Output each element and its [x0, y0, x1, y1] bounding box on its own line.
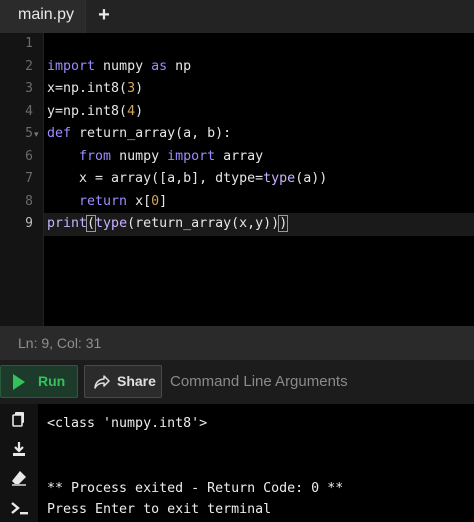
line-number: 3: [25, 81, 33, 96]
fold-chevron-icon[interactable]: ▾: [34, 123, 42, 146]
line-number: 1: [25, 36, 33, 51]
run-button[interactable]: Run: [0, 365, 78, 398]
code-line-2: import numpy as np: [47, 58, 192, 74]
tab-bar: main.py +: [0, 0, 474, 33]
line-number: 5: [25, 126, 33, 141]
terminal-sidebar: [0, 404, 38, 522]
terminal-output[interactable]: <class 'numpy.int8'> ** Process exited -…: [0, 404, 474, 522]
cursor-position: Ln: 9, Col: 31: [18, 335, 102, 351]
run-button-label: Run: [38, 373, 66, 389]
code-editor[interactable]: 1 2 3 4 5 ▾ 6 7 8 9 import numpy as np x…: [0, 33, 474, 326]
share-button-label: Share: [117, 373, 156, 389]
terminal-line: ** Process exited - Return Code: 0 **: [47, 481, 344, 496]
code-line-6: from numpy import array: [79, 148, 264, 164]
copy-icon[interactable]: [10, 410, 28, 428]
line-number: 8: [25, 193, 33, 209]
code-line-8: return x[0]: [79, 193, 168, 209]
download-icon[interactable]: [10, 440, 28, 458]
line-number: 4: [25, 103, 33, 119]
share-button[interactable]: Share: [84, 365, 162, 398]
command-line-arguments-input[interactable]: [166, 365, 474, 398]
terminal-line: Press Enter to exit terminal: [47, 502, 272, 517]
editor-status-bar: Ln: 9, Col: 31: [0, 326, 474, 360]
eraser-icon[interactable]: [10, 469, 28, 487]
code-line-9: print(type(return_array(x,y))): [47, 215, 289, 232]
terminal-line: <class 'numpy.int8'>: [47, 416, 208, 431]
line-number-active: 9: [25, 216, 33, 231]
tab-label: main.py: [18, 6, 75, 23]
play-icon: [13, 374, 25, 390]
code-line-3: x=np.int8(3): [47, 81, 144, 96]
tab-main-py[interactable]: main.py: [0, 0, 86, 33]
share-icon: [94, 375, 110, 394]
code-line-7: x = array([a,b], dtype=type(a)): [47, 171, 328, 186]
line-number-gutter: 1 2 3 4 5 ▾ 6 7 8 9: [0, 33, 44, 326]
code-line-5: def return_array(a, b):: [47, 126, 232, 141]
code-line-4: y=np.int8(4): [47, 103, 144, 119]
terminal-prompt-icon[interactable]: [10, 500, 28, 518]
line-number: 2: [25, 58, 33, 74]
line-number: 7: [25, 171, 33, 186]
add-tab-button[interactable]: +: [94, 2, 114, 28]
run-toolbar: Run Share: [0, 360, 474, 404]
line-number: 6: [25, 148, 33, 164]
